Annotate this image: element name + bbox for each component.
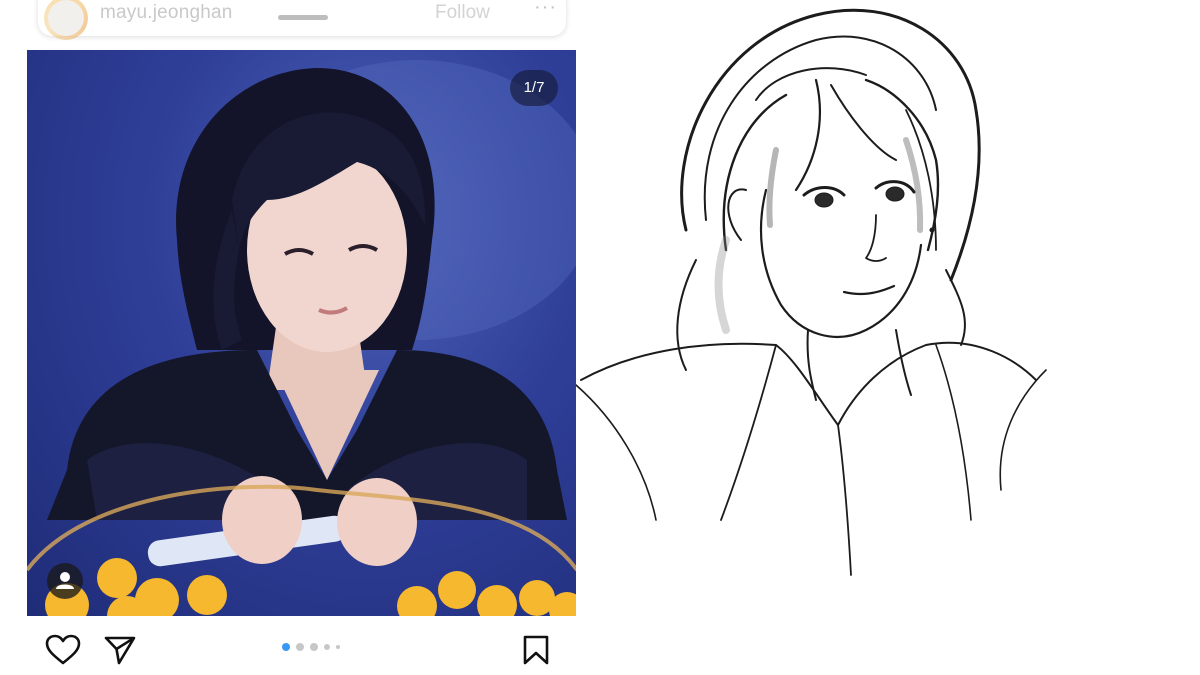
carousel-dots: [282, 643, 340, 651]
drag-handle[interactable]: [278, 15, 328, 20]
more-options-icon[interactable]: ···: [534, 0, 557, 19]
profile-avatar[interactable]: [44, 0, 88, 40]
paper-plane-icon[interactable]: [103, 634, 137, 666]
heart-icon[interactable]: [45, 634, 81, 666]
post-username[interactable]: mayu.jeonghan: [100, 2, 233, 24]
carousel-dot: [296, 643, 304, 651]
user-tag-button[interactable]: [47, 563, 83, 599]
image-counter: 1/7: [510, 70, 558, 106]
post-photo[interactable]: 1/7: [27, 50, 577, 616]
pencil-sketch-image: [576, 0, 1200, 675]
photo-illustration: [27, 60, 577, 616]
carousel-dot: [324, 644, 330, 650]
post-action-bar: [27, 622, 577, 675]
instagram-post: mayu.jeonghan Follow ··· 1/7: [0, 0, 600, 675]
sketch-illustration: [576, 8, 1047, 576]
bookmark-icon[interactable]: [521, 634, 551, 666]
carousel-dot: [310, 643, 318, 651]
post-header: mayu.jeonghan Follow ···: [38, 0, 566, 40]
carousel-dot-active: [282, 643, 290, 651]
carousel-dot: [336, 645, 340, 649]
follow-button[interactable]: Follow: [435, 2, 490, 24]
person-icon: [56, 572, 74, 589]
